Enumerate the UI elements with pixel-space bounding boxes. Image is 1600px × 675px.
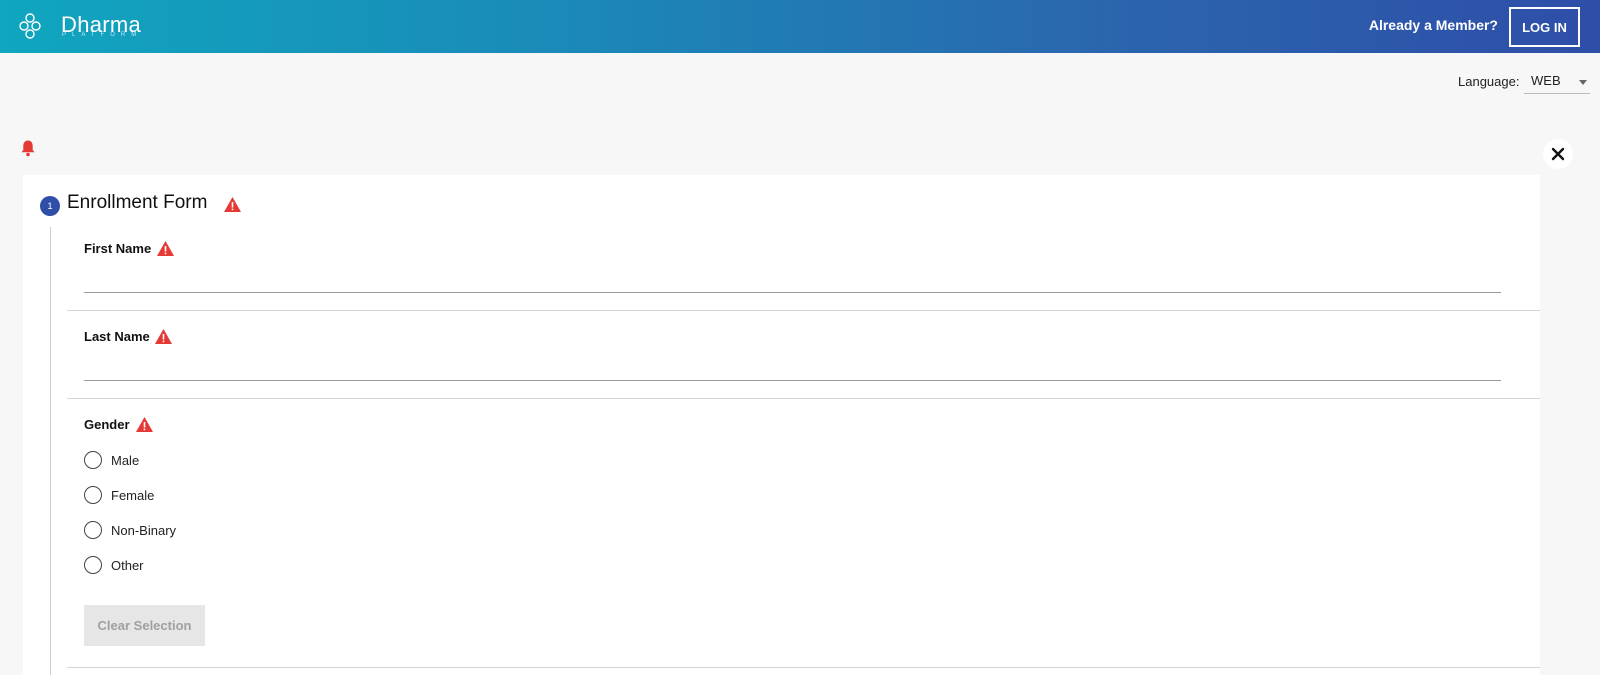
radio-button[interactable]	[84, 486, 102, 504]
radio-label: Other	[111, 557, 144, 573]
divider	[67, 667, 1540, 668]
last-name-label: Last Name	[84, 329, 150, 344]
warning-icon	[155, 329, 172, 344]
member-prompt: Already a Member?	[1368, 17, 1498, 33]
warning-icon	[224, 197, 241, 212]
radio-option-female[interactable]: Female	[84, 485, 154, 505]
radio-label: Female	[111, 487, 155, 503]
login-button[interactable]: LOG IN	[1509, 7, 1580, 47]
enrollment-form-panel: 1 Enrollment Form First Name Last Name G…	[23, 175, 1540, 675]
logo-icon[interactable]	[18, 12, 42, 40]
bell-icon[interactable]	[20, 139, 36, 157]
warning-icon	[157, 241, 174, 256]
radio-button[interactable]	[84, 556, 102, 574]
divider	[67, 310, 1540, 311]
radio-label: Non-Binary	[111, 522, 177, 538]
last-name-field[interactable]	[84, 380, 1501, 381]
step-connector-line	[50, 227, 51, 675]
radio-option-non-binary[interactable]: Non-Binary	[84, 520, 176, 540]
language-label: Language:	[1458, 74, 1520, 89]
first-name-field[interactable]	[84, 292, 1501, 293]
radio-button[interactable]	[84, 521, 102, 539]
clear-selection-button[interactable]: Clear Selection	[84, 605, 205, 646]
language-value: WEB	[1531, 73, 1561, 88]
first-name-label: First Name	[84, 241, 152, 256]
step-number-badge: 1	[40, 196, 60, 216]
top-bar: Dharma PLATFORM Already a Member? LOG IN	[0, 0, 1600, 53]
close-button[interactable]	[1543, 139, 1573, 169]
radio-option-other[interactable]: Other	[84, 555, 144, 575]
brand-subtitle: PLATFORM	[62, 32, 143, 38]
language-select[interactable]: WEB	[1524, 70, 1590, 94]
radio-option-male[interactable]: Male	[84, 450, 139, 470]
radio-label: Male	[111, 452, 140, 468]
close-icon	[1551, 147, 1565, 161]
gender-label: Gender	[84, 417, 130, 432]
divider	[67, 398, 1540, 399]
radio-button[interactable]	[84, 451, 102, 469]
warning-icon	[136, 417, 153, 432]
chevron-down-icon	[1579, 80, 1587, 85]
form-title: Enrollment Form	[67, 192, 208, 213]
